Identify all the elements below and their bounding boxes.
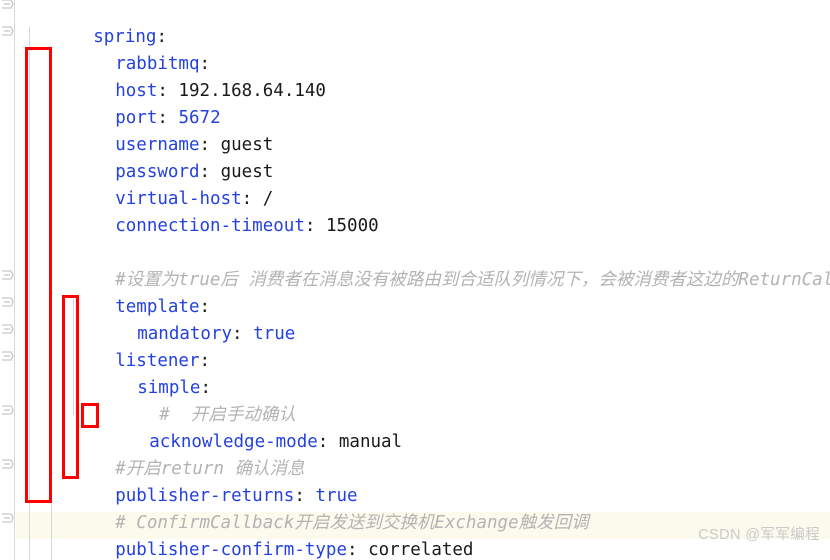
code-line[interactable]: publisher-confirm-type: correlated (52, 510, 473, 560)
code-line[interactable]: virtual-host: / (52, 159, 273, 209)
fold-marker-publisher-returns[interactable] (0, 458, 15, 473)
code-line[interactable]: # ConfirmCallback开启发送到交换机Exchange触发回调 (52, 483, 588, 533)
code-line[interactable]: mandatory: true (74, 294, 295, 344)
code-line[interactable]: # 开启手动确认 (96, 375, 296, 425)
fold-marker-mandatory[interactable] (0, 296, 15, 311)
code-line[interactable]: template: (52, 267, 210, 317)
code-line[interactable]: listener: (52, 321, 210, 371)
yaml-colon: : (232, 324, 243, 344)
yaml-value: 15000 (315, 216, 379, 236)
code-line[interactable]: connection-timeout: 15000 (52, 186, 378, 236)
code-line[interactable]: #开启return 确认消息 (52, 429, 304, 479)
code-line[interactable]: publisher-returns: true (52, 456, 357, 506)
yaml-value: correlated (357, 540, 474, 560)
code-line[interactable]: port: 5672 (52, 78, 220, 128)
code-content[interactable]: spring: rabbitmq: host: 192.168.64.140 p… (16, 0, 830, 560)
code-line[interactable]: acknowledge-mode: manual (86, 402, 402, 452)
fold-marker-spring[interactable] (0, 0, 15, 13)
code-line[interactable]: password: guest (52, 132, 273, 182)
yaml-comment: #设置为true后 消费者在消息没有被路由到合适队列情况下，会被消费者这边的Re… (115, 270, 830, 290)
yaml-value: manual (328, 432, 403, 452)
fold-marker-rabbitmq[interactable] (0, 25, 15, 40)
yaml-colon: : (304, 216, 316, 236)
code-line[interactable]: rabbitmq: (52, 24, 210, 74)
editor-gutter[interactable] (0, 0, 16, 560)
code-line[interactable]: host: 192.168.64.140 (52, 51, 326, 101)
fold-marker-template[interactable] (0, 269, 15, 284)
code-line[interactable]: simple: (74, 348, 211, 398)
yaml-colon: : (347, 540, 358, 560)
yaml-key: connection-timeout (115, 216, 305, 236)
fold-marker-publisher-confirm[interactable] (0, 512, 15, 527)
csdn-watermark: CSDN @军军编程 (698, 527, 820, 543)
indent-guide-level1 (29, 27, 30, 560)
fold-marker-simple[interactable] (0, 350, 15, 365)
code-line[interactable]: username: guest (52, 105, 273, 155)
code-line[interactable]: #设置为true后 消费者在消息没有被路由到合适队列情况下，会被消费者这边的Re… (52, 240, 830, 290)
code-editor[interactable]: spring: rabbitmq: host: 192.168.64.140 p… (0, 0, 830, 560)
fold-marker-acknowledge[interactable] (0, 404, 15, 419)
fold-marker-listener[interactable] (0, 323, 15, 338)
code-line[interactable]: spring: (30, 0, 167, 47)
code-line[interactable]: # 资源信息 (30, 537, 195, 560)
yaml-colon: : (317, 432, 329, 452)
yaml-value: true (242, 324, 296, 344)
